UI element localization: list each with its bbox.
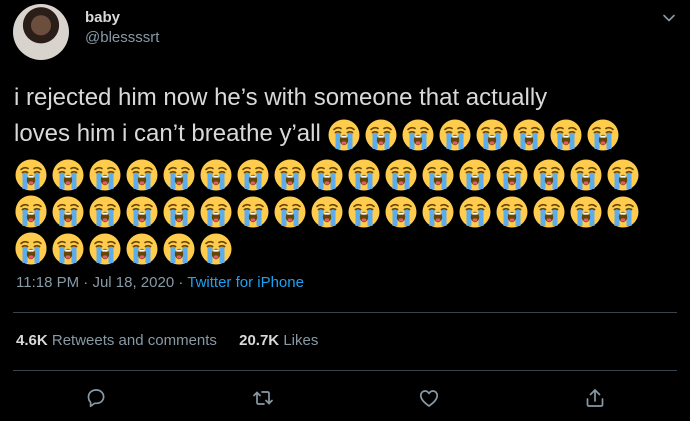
tweet-time[interactable]: 11:18 PM — [16, 274, 79, 291]
loudly-crying-face-emoji — [401, 118, 435, 152]
loudly-crying-face-emoji — [327, 118, 361, 152]
loudly-crying-face-emoji — [532, 195, 566, 229]
retweets-label: Retweets and comments — [51, 332, 217, 349]
tweet-actions — [0, 384, 690, 414]
likes-label: Likes — [283, 332, 319, 349]
avatar[interactable] — [13, 4, 69, 60]
tweet-date[interactable]: Jul 18, 2020 — [92, 274, 174, 291]
loudly-crying-face-emoji — [14, 158, 48, 192]
tweet-text-line: loves him i can’t breathe y’all — [14, 116, 674, 156]
chevron-down-icon[interactable] — [661, 10, 677, 26]
loudly-crying-face-emoji — [458, 195, 492, 229]
loudly-crying-face-emoji — [512, 118, 546, 152]
tweet-body: i rejected him now he’s with someone tha… — [14, 80, 674, 267]
retweet-icon[interactable] — [249, 384, 277, 412]
meta-separator: · — [174, 274, 188, 291]
loudly-crying-face-emoji — [421, 158, 455, 192]
divider — [13, 312, 677, 313]
loudly-crying-face-emoji — [569, 158, 603, 192]
loudly-crying-face-emoji — [549, 118, 583, 152]
loudly-crying-face-emoji — [532, 158, 566, 192]
loudly-crying-face-emoji — [199, 158, 233, 192]
loudly-crying-face-emoji — [88, 158, 122, 192]
meta-separator: · — [79, 274, 93, 291]
loudly-crying-face-emoji — [569, 195, 603, 229]
tweet-text-line: i rejected him now he’s with someone tha… — [14, 84, 548, 111]
loudly-crying-face-emoji — [458, 158, 492, 192]
tweet-header: baby @blessssrt — [13, 4, 677, 62]
loudly-crying-face-emoji — [421, 195, 455, 229]
loudly-crying-face-emoji — [162, 195, 196, 229]
likes-stat[interactable]: 20.7K Likes — [239, 332, 318, 349]
loudly-crying-face-emoji — [199, 232, 233, 266]
loudly-crying-face-emoji — [14, 195, 48, 229]
loudly-crying-face-emoji — [51, 195, 85, 229]
emoji-row — [14, 193, 674, 264]
retweets-stat[interactable]: 4.6K Retweets and comments — [16, 332, 217, 349]
tweet-meta: 11:18 PM · Jul 18, 2020 · Twitter for iP… — [16, 273, 304, 293]
loudly-crying-face-emoji — [364, 118, 398, 152]
loudly-crying-face-emoji — [310, 158, 344, 192]
loudly-crying-face-emoji — [14, 232, 48, 266]
loudly-crying-face-emoji — [236, 195, 270, 229]
loudly-crying-face-emoji — [495, 158, 529, 192]
like-icon[interactable] — [415, 384, 443, 412]
loudly-crying-face-emoji — [384, 195, 418, 229]
display-name[interactable]: baby — [85, 8, 159, 28]
tweet-source[interactable]: Twitter for iPhone — [187, 274, 304, 291]
loudly-crying-face-emoji — [51, 158, 85, 192]
user-names: baby @blessssrt — [85, 8, 159, 48]
loudly-crying-face-emoji — [475, 118, 509, 152]
loudly-crying-face-emoji — [495, 195, 529, 229]
likes-count: 20.7K — [239, 332, 280, 349]
loudly-crying-face-emoji — [88, 195, 122, 229]
loudly-crying-face-emoji — [310, 195, 344, 229]
loudly-crying-face-emoji — [273, 195, 307, 229]
loudly-crying-face-emoji — [347, 195, 381, 229]
loudly-crying-face-emoji — [347, 158, 381, 192]
emoji-row — [14, 156, 674, 227]
loudly-crying-face-emoji — [125, 232, 159, 266]
loudly-crying-face-emoji — [586, 118, 620, 152]
retweets-count: 4.6K — [16, 332, 48, 349]
tweet-stats: 4.6K Retweets and comments 20.7K Likes — [16, 331, 336, 351]
share-icon[interactable] — [581, 384, 609, 412]
loudly-crying-face-emoji — [384, 158, 418, 192]
emoji-row — [14, 230, 674, 267]
loudly-crying-face-emoji — [125, 195, 159, 229]
loudly-crying-face-emoji — [162, 158, 196, 192]
divider — [13, 370, 677, 371]
loudly-crying-face-emoji — [51, 232, 85, 266]
loudly-crying-face-emoji — [606, 195, 640, 229]
loudly-crying-face-emoji — [273, 158, 307, 192]
loudly-crying-face-emoji — [606, 158, 640, 192]
emoji-group — [327, 117, 623, 153]
loudly-crying-face-emoji — [199, 195, 233, 229]
reply-icon[interactable] — [82, 384, 110, 412]
loudly-crying-face-emoji — [236, 158, 270, 192]
loudly-crying-face-emoji — [88, 232, 122, 266]
loudly-crying-face-emoji — [162, 232, 196, 266]
user-handle[interactable]: @blessssrt — [85, 28, 159, 48]
loudly-crying-face-emoji — [125, 158, 159, 192]
loudly-crying-face-emoji — [438, 118, 472, 152]
tweet-text-segment: loves him i can’t breathe y’all — [14, 120, 321, 147]
